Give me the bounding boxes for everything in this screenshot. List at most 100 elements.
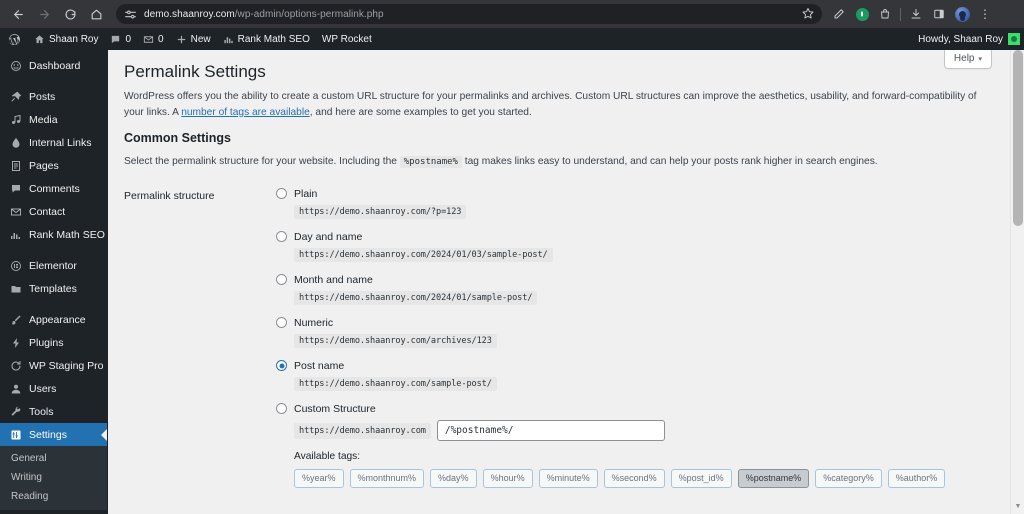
radio-numeric[interactable] (276, 317, 287, 329)
radio-month-and-name[interactable] (276, 274, 287, 286)
reload-icon[interactable] (58, 2, 82, 26)
tag-button-postname[interactable]: %postname% (737, 469, 810, 489)
sidebar-item-contact[interactable]: Contact (0, 200, 107, 223)
permalink-option-numeric[interactable]: Numeric https://demo.shaanroy.com/archiv… (276, 315, 1004, 349)
link-drop-icon (9, 137, 22, 149)
option-example-url: https://demo.shaanroy.com/2024/01/03/sam… (294, 248, 553, 263)
page-title: Permalink Settings (124, 62, 266, 81)
bookmark-star-icon[interactable] (796, 7, 814, 22)
sidebar-item-appearance[interactable]: Appearance (0, 308, 107, 331)
adminbar-rank-math[interactable]: Rank Math SEO (217, 28, 316, 50)
forward-arrow-icon[interactable] (32, 2, 56, 26)
help-button[interactable]: Help ▾ (943, 50, 992, 69)
option-label: Plain (294, 187, 318, 200)
tag-button-author[interactable]: %author% (887, 469, 946, 489)
common-desc-2: tag makes links easy to understand, and … (461, 156, 878, 168)
tag-button-second[interactable]: %second% (603, 469, 665, 489)
sidebar-item-users[interactable]: Users (0, 377, 107, 400)
custom-structure-row: https://demo.shaanroy.com (294, 420, 1004, 442)
sidebar-item-tools[interactable]: Tools (0, 400, 107, 423)
shopping-bag-icon[interactable] (874, 3, 896, 25)
radio-custom-structure[interactable] (276, 403, 287, 415)
option-example-url: https://demo.shaanroy.com/archives/123 (294, 334, 497, 349)
sidebar-item-templates[interactable]: Templates (0, 277, 107, 300)
radio-plain[interactable] (276, 188, 287, 200)
comment-bubble-icon (9, 183, 22, 195)
scrollbar-down-arrow-icon[interactable]: ▼ (1014, 503, 1022, 511)
number-of-tags-link[interactable]: number of tags are available (181, 107, 310, 118)
permalink-option-month-and-name[interactable]: Month and name https://demo.shaanroy.com… (276, 272, 1004, 306)
tag-button-day[interactable]: %day% (430, 469, 477, 489)
dashboard-icon (9, 60, 22, 72)
help-button-label: Help (953, 53, 975, 64)
tag-button-post-id[interactable]: %post_id% (670, 469, 732, 489)
elementor-icon (9, 260, 22, 272)
sidebar-item-rank-math-seo[interactable]: Rank Math SEO (0, 223, 107, 246)
browser-toolbar: demo.shaanroy.com/wp-admin/options-perma… (0, 0, 1024, 28)
sidebar-item-posts[interactable]: Posts (0, 85, 107, 108)
sidebar-item-pages[interactable]: Pages (0, 154, 107, 177)
tag-button-minute[interactable]: %minute% (538, 469, 598, 489)
common-desc-1: Select the permalink structure for your … (124, 156, 400, 168)
chrome-menu-icon[interactable]: ⋮ (974, 3, 996, 25)
sidebar-item-plugins[interactable]: Plugins (0, 331, 107, 354)
downloads-icon[interactable] (905, 3, 927, 25)
adminbar-new-content[interactable]: New (170, 28, 217, 50)
sidebar-item-comments[interactable]: Comments (0, 177, 107, 200)
sidebar-item-media[interactable]: Media (0, 108, 107, 131)
permalink-option-plain[interactable]: Plain https://demo.shaanroy.com/?p=123 (276, 186, 1004, 220)
bar-chart-icon (223, 34, 234, 45)
address-bar[interactable]: demo.shaanroy.com/wp-admin/options-perma… (116, 4, 822, 24)
sidebar-separator (0, 300, 107, 308)
url-host: demo.shaanroy.com (144, 8, 235, 20)
sidebar-separator (0, 246, 107, 254)
wordpress-logo-icon[interactable] (0, 28, 28, 50)
sidebar-item-wp-staging-pro[interactable]: WP Staging Pro (0, 354, 107, 377)
page-icon (9, 160, 22, 172)
sidebar-item-label: WP Staging Pro (29, 359, 104, 372)
sidebar-item-internal-links[interactable]: Internal Links (0, 131, 107, 154)
profile-avatar-icon[interactable] (951, 3, 973, 25)
page-scrollbar[interactable]: ▼ (1010, 50, 1024, 514)
tag-button-hour[interactable]: %hour% (482, 469, 533, 489)
option-label: Day and name (294, 230, 363, 243)
tune-sliders-icon[interactable] (124, 8, 137, 21)
tag-button-category[interactable]: %category% (815, 469, 882, 489)
adminbar-account[interactable]: Howdy, Shaan Roy (918, 33, 1024, 45)
sidebar-subitem-general[interactable]: General (0, 449, 107, 468)
adminbar-mail-count: 0 (158, 33, 164, 45)
radio-day-and-name[interactable] (276, 231, 287, 243)
folder-icon (9, 283, 22, 295)
pin-icon (9, 91, 22, 103)
adminbar-site-name[interactable]: Shaan Roy (28, 28, 104, 50)
sidebar-item-settings[interactable]: Settings (0, 423, 107, 446)
scrollbar-thumb[interactable] (1013, 50, 1023, 226)
adminbar-new-label: New (190, 33, 211, 45)
tag-button-year[interactable]: %year% (294, 469, 344, 489)
permalink-option-day-and-name[interactable]: Day and name https://demo.shaanroy.com/2… (276, 229, 1004, 263)
sidebar-separator (0, 77, 107, 85)
user-icon (9, 383, 22, 395)
url-text: demo.shaanroy.com/wp-admin/options-perma… (144, 9, 384, 20)
sidebar-subitem-writing[interactable]: Writing (0, 468, 107, 487)
tag-button-monthnum[interactable]: %monthnum% (349, 469, 425, 489)
adminbar-comments[interactable]: 0 (104, 28, 137, 50)
permalink-option-post-name[interactable]: Post name https://demo.shaanroy.com/samp… (276, 358, 1004, 392)
sidebar-item-dashboard[interactable]: Dashboard (0, 54, 107, 77)
sidebar-item-elementor[interactable]: Elementor (0, 254, 107, 277)
settings-submenu: General Writing Reading (0, 446, 107, 510)
extension-green-indicator-icon[interactable] (851, 3, 873, 25)
adminbar-wp-rocket[interactable]: WP Rocket (316, 28, 378, 50)
sidebar-item-label: Comments (29, 182, 80, 195)
paintbrush-icon (9, 314, 22, 326)
adminbar-mail[interactable]: 0 (137, 28, 170, 50)
custom-structure-input[interactable] (436, 420, 665, 442)
home-icon[interactable] (84, 2, 108, 26)
edit-pencil-icon[interactable] (828, 3, 850, 25)
sidebar-subitem-reading[interactable]: Reading (0, 487, 107, 506)
permalink-option-custom-structure[interactable]: Custom Structure https://demo.shaanroy.c… (276, 401, 1004, 442)
radio-post-name[interactable] (276, 360, 287, 372)
back-arrow-icon[interactable] (6, 2, 30, 26)
side-panel-icon[interactable] (928, 3, 950, 25)
toolbar-divider (900, 7, 901, 21)
